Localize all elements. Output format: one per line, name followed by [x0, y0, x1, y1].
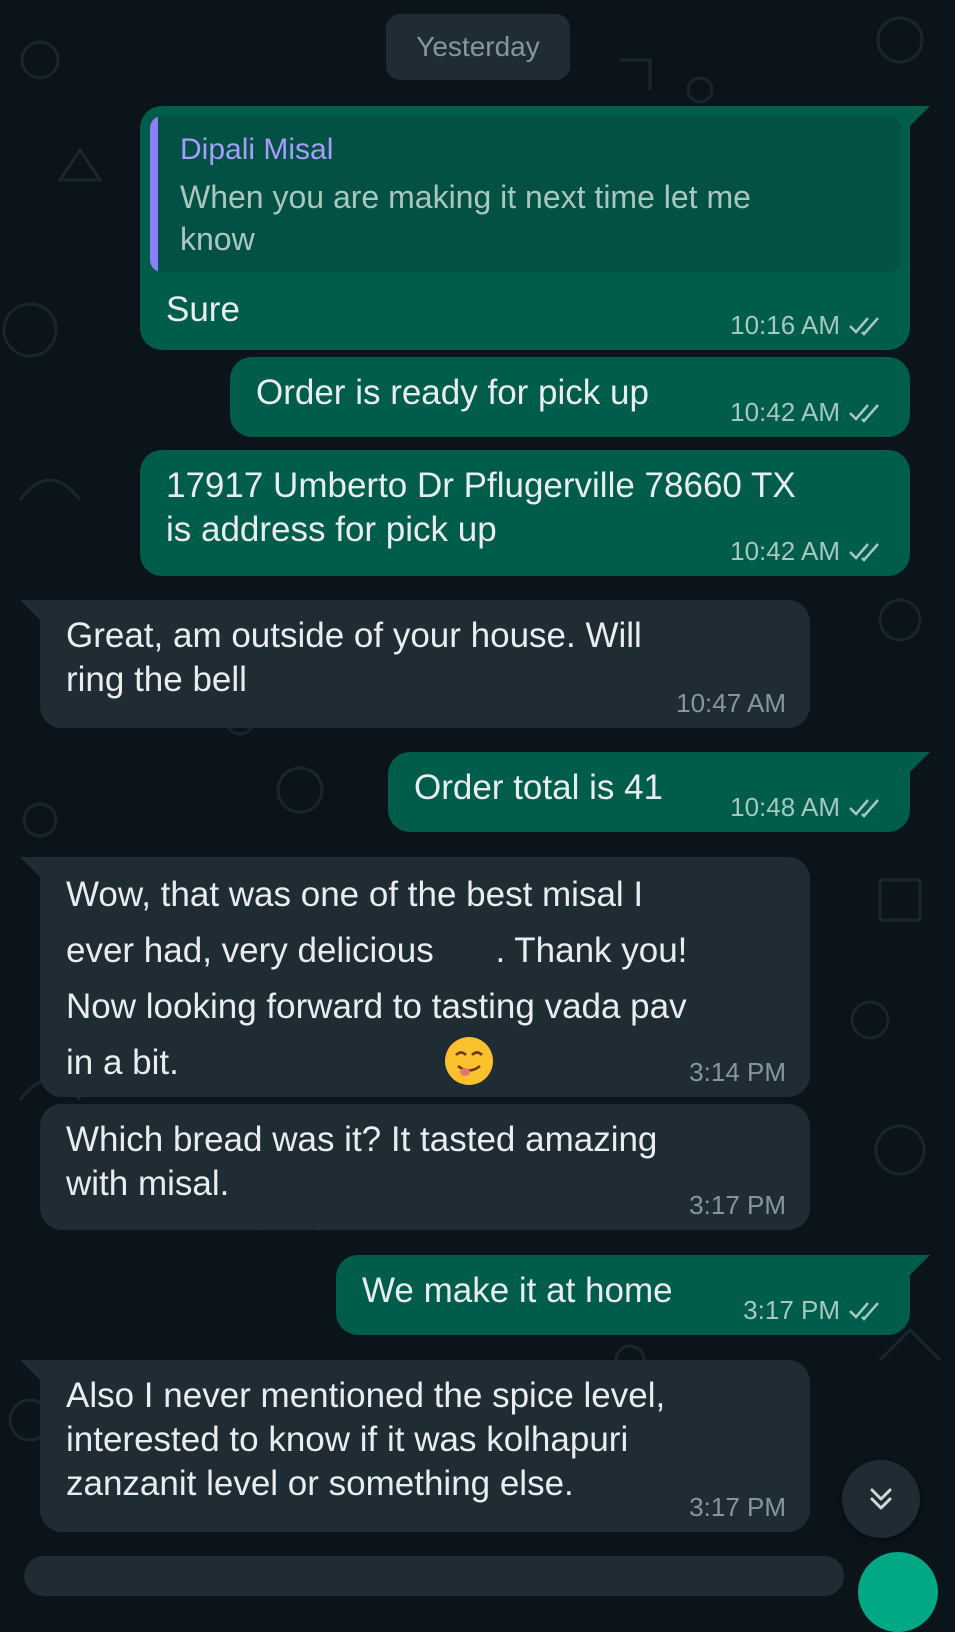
incoming-message[interactable]: Which bread was it? It tasted amazing wi…	[40, 1104, 810, 1230]
smiling-face-emoji	[264, 224, 296, 256]
incoming-message-partial[interactable]	[24, 1556, 844, 1596]
double-check-icon	[849, 543, 879, 562]
fab-button[interactable]	[858, 1552, 938, 1632]
outgoing-message[interactable]: Order total is 41 10:48 AM	[388, 752, 930, 832]
message-meta: 10:16 AM	[730, 310, 886, 340]
chevron-double-down-icon	[870, 1488, 892, 1510]
incoming-message[interactable]: Wow, that was one of the best misal I ev…	[20, 857, 810, 1097]
message-time: 3:14 PM	[689, 1057, 786, 1087]
message-time: 3:17 PM	[743, 1295, 840, 1325]
message-meta: 10:42 AM	[730, 397, 886, 427]
message-meta: 3:14 PM	[689, 1057, 786, 1087]
outgoing-message[interactable]: 17917 Umberto Dr Pflugerville 78660 TX i…	[140, 450, 910, 576]
outgoing-message[interactable]: We make it at home 3:17 PM	[336, 1255, 930, 1335]
message-time: 10:42 AM	[730, 397, 840, 427]
message-time: 10:16 AM	[730, 310, 840, 340]
outgoing-message-reply[interactable]: Dipali Misal When you are making it next…	[140, 106, 930, 350]
outgoing-message[interactable]: Order is ready for pick up 10:42 AM	[230, 357, 910, 437]
quoted-message[interactable]: Dipali Misal When you are making it next…	[150, 116, 900, 272]
message-time: 10:42 AM	[730, 536, 840, 566]
message-meta: 3:17 PM	[689, 1190, 786, 1220]
double-check-icon	[849, 799, 879, 818]
message-time: 10:47 AM	[676, 688, 786, 718]
message-meta: 10:47 AM	[676, 688, 786, 718]
scroll-to-bottom-button[interactable]	[842, 1460, 920, 1538]
message-text: Wow, that was one of the best misal I ev…	[66, 867, 784, 1091]
message-time: 3:17 PM	[689, 1492, 786, 1522]
message-meta: 3:17 PM	[743, 1295, 886, 1325]
message-time: 3:17 PM	[689, 1190, 786, 1220]
double-check-icon	[849, 404, 879, 423]
double-check-icon	[849, 1302, 879, 1321]
message-text: Which bread was it? It tasted amazing wi…	[66, 1120, 658, 1203]
message-text: Also I never mentioned the spice level, …	[66, 1376, 666, 1503]
message-meta: 3:17 PM	[689, 1492, 786, 1522]
date-divider: Yesterday	[386, 14, 570, 80]
message-meta: 10:48 AM	[730, 792, 886, 822]
quote-accent-bar	[150, 116, 158, 272]
incoming-message[interactable]: Great, am outside of your house. Will ri…	[20, 600, 810, 728]
double-check-icon	[849, 317, 879, 336]
quote-text: When you are making it next time let me …	[180, 176, 876, 260]
incoming-message[interactable]: Also I never mentioned the spice level, …	[20, 1360, 810, 1532]
quote-author: Dipali Misal	[180, 133, 334, 166]
face-savoring-food-emoji	[443, 923, 495, 1085]
message-time: 10:48 AM	[730, 792, 840, 822]
message-meta: 10:42 AM	[730, 536, 886, 566]
